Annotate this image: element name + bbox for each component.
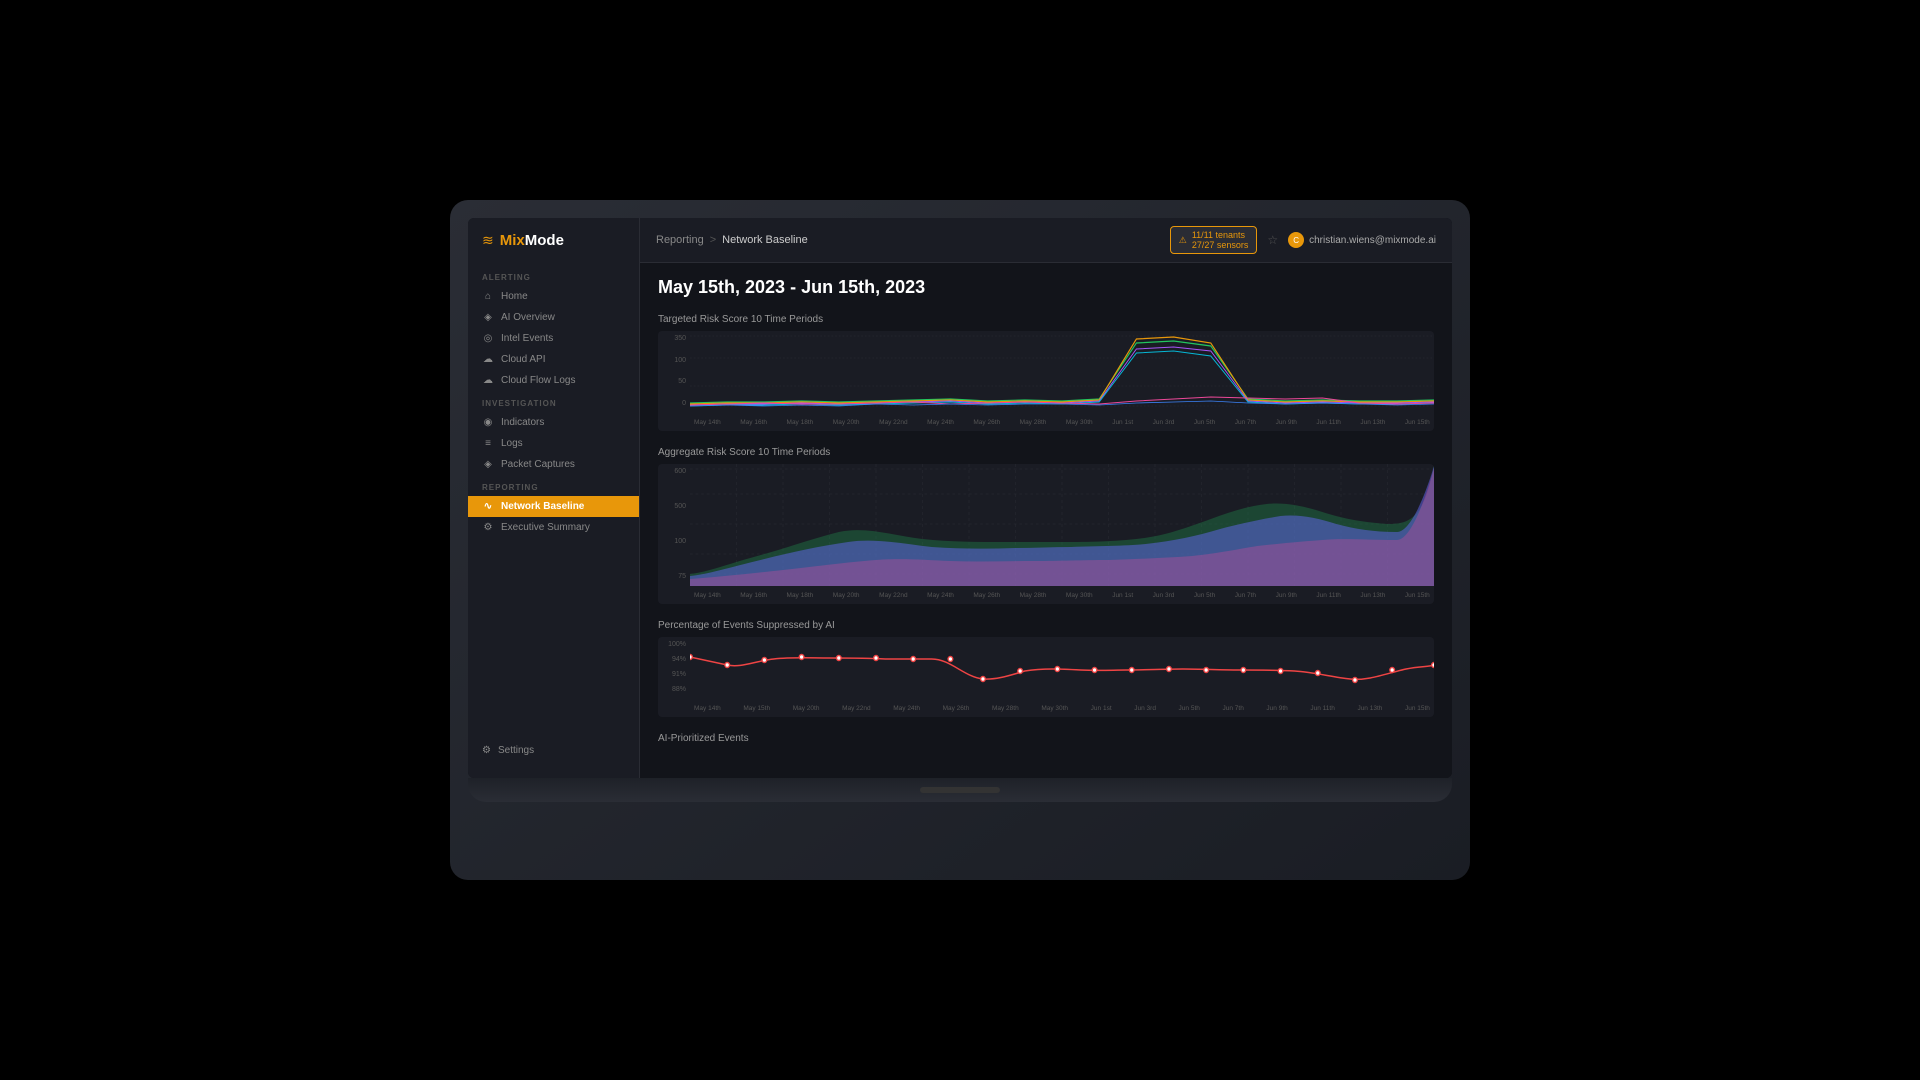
main-content: Reporting > Network Baseline ⚠ 11/11 ten… <box>640 218 1452 778</box>
breadcrumb-current: Network Baseline <box>722 234 808 246</box>
sidebar-item-cloud-api-label: Cloud API <box>501 354 545 365</box>
chart1-y-axis: 350 100 50 0 <box>658 331 690 411</box>
intel-events-icon: ◎ <box>482 333 494 344</box>
chart2-container: 600 500 100 75 <box>658 464 1434 604</box>
laptop-base <box>468 778 1452 802</box>
settings-item[interactable]: ⚙ Settings <box>482 745 625 756</box>
user-avatar: C <box>1288 232 1304 248</box>
sidebar-item-intel-events[interactable]: ◎ Intel Events <box>468 328 639 349</box>
sidebar-item-packet-captures-label: Packet Captures <box>501 459 575 470</box>
date-range: May 15th, 2023 - Jun 15th, 2023 <box>658 277 1434 298</box>
sidebar-item-packet-captures[interactable]: ◈ Packet Captures <box>468 454 639 475</box>
chart2-title: Aggregate Risk Score 10 Time Periods <box>658 447 1434 458</box>
chart3-plot <box>690 637 1434 699</box>
executive-summary-icon: ⚙ <box>482 522 494 533</box>
network-baseline-icon: ∿ <box>482 501 494 512</box>
dashboard: May 15th, 2023 - Jun 15th, 2023 Targeted… <box>640 263 1452 778</box>
chart1-container: 350 100 50 0 <box>658 331 1434 431</box>
sidebar-item-ai-overview[interactable]: ◈ AI Overview <box>468 307 639 328</box>
breadcrumb-parent[interactable]: Reporting <box>656 234 704 246</box>
user-info: C christian.wiens@mixmode.ai <box>1288 232 1436 248</box>
logo-icon: ≋ <box>482 232 494 249</box>
sidebar-item-logs-label: Logs <box>501 438 523 449</box>
tenant-badge-icon: ⚠ <box>1179 235 1187 246</box>
tenant-badge: ⚠ 11/11 tenants 27/27 sensors <box>1170 226 1258 254</box>
chart2-plot <box>690 464 1434 586</box>
indicators-icon: ◉ <box>482 417 494 428</box>
chart1-section: Targeted Risk Score 10 Time Periods 350 … <box>658 314 1434 431</box>
chart4-title: AI-Prioritized Events <box>658 733 1434 744</box>
ai-overview-icon: ◈ <box>482 312 494 323</box>
settings-label: Settings <box>498 745 534 756</box>
breadcrumb: Reporting > Network Baseline <box>656 234 808 246</box>
sidebar-item-home-label: Home <box>501 291 528 302</box>
alerting-section-label: ALERTING <box>468 265 639 286</box>
chart3-section: Percentage of Events Suppressed by AI 10… <box>658 620 1434 717</box>
sidebar-item-network-baseline-label: Network Baseline <box>501 501 584 512</box>
star-icon[interactable]: ☆ <box>1267 233 1278 247</box>
chart2-section: Aggregate Risk Score 10 Time Periods 600… <box>658 447 1434 604</box>
header-right: ⚠ 11/11 tenants 27/27 sensors ☆ C christ… <box>1170 226 1436 254</box>
sidebar-item-home[interactable]: ⌂ Home <box>468 286 639 307</box>
chart3-x-axis: May 14th May 15th May 20th May 22nd May … <box>690 699 1434 717</box>
investigation-section-label: INVESTIGATION <box>468 391 639 412</box>
chart1-x-axis: May 14th May 16th May 18th May 20th May … <box>690 413 1434 431</box>
sidebar: ≋ MixMode ALERTING ⌂ Home ◈ AI Overview … <box>468 218 640 778</box>
chart1-title: Targeted Risk Score 10 Time Periods <box>658 314 1434 325</box>
header: Reporting > Network Baseline ⚠ 11/11 ten… <box>640 218 1452 263</box>
sidebar-item-logs[interactable]: ≡ Logs <box>468 433 639 454</box>
chart2-y-axis: 600 500 100 75 <box>658 464 690 584</box>
sidebar-item-indicators-label: Indicators <box>501 417 544 428</box>
user-email: christian.wiens@mixmode.ai <box>1309 235 1436 246</box>
sidebar-item-cloud-flow-logs[interactable]: ☁ Cloud Flow Logs <box>468 370 639 391</box>
cloud-api-icon: ☁ <box>482 354 494 365</box>
chart3-container: 100% 94% 91% 88% <box>658 637 1434 717</box>
chart2-x-axis: May 14th May 16th May 18th May 20th May … <box>690 586 1434 604</box>
sidebar-item-cloud-api[interactable]: ☁ Cloud API <box>468 349 639 370</box>
logo: ≋ MixMode <box>468 232 639 265</box>
sidebar-item-intel-events-label: Intel Events <box>501 333 553 344</box>
sidebar-item-executive-summary-label: Executive Summary <box>501 522 590 533</box>
tenant-info: 11/11 tenants <box>1192 230 1249 240</box>
chart1-plot <box>690 331 1434 413</box>
cloud-flow-icon: ☁ <box>482 375 494 386</box>
sidebar-item-cloud-flow-label: Cloud Flow Logs <box>501 375 575 386</box>
packet-captures-icon: ◈ <box>482 459 494 470</box>
sidebar-item-executive-summary[interactable]: ⚙ Executive Summary <box>468 517 639 538</box>
logs-icon: ≡ <box>482 438 494 449</box>
reporting-section-label: REPORTING <box>468 475 639 496</box>
breadcrumb-separator: > <box>710 234 716 246</box>
chart3-y-axis: 100% 94% 91% 88% <box>658 637 690 697</box>
sidebar-item-network-baseline[interactable]: ∿ Network Baseline <box>468 496 639 517</box>
home-icon: ⌂ <box>482 291 494 302</box>
sidebar-item-ai-overview-label: AI Overview <box>501 312 555 323</box>
sensor-info: 27/27 sensors <box>1192 240 1249 250</box>
settings-icon: ⚙ <box>482 745 491 756</box>
sidebar-item-indicators[interactable]: ◉ Indicators <box>468 412 639 433</box>
logo-text: MixMode <box>500 232 564 249</box>
chart3-title: Percentage of Events Suppressed by AI <box>658 620 1434 631</box>
